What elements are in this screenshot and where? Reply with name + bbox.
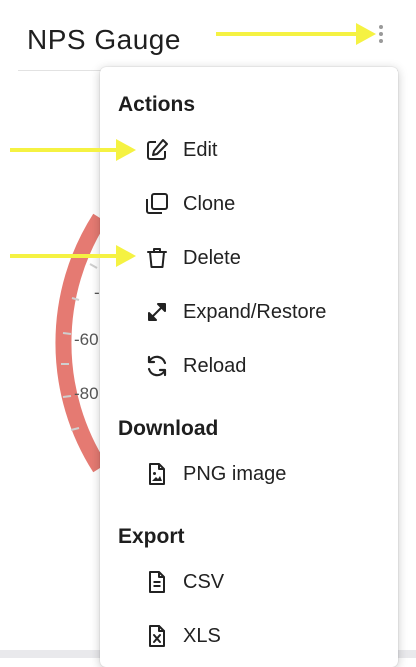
menu-item-reload[interactable]: Reload [100,341,398,391]
menu-item-label: CSV [183,570,225,593]
menu-item-expand-restore[interactable]: Expand/Restore [100,287,398,337]
menu-item-label: Reload [183,354,247,377]
menu-item-label: PNG image [183,462,287,485]
menu-item-label: Delete [183,246,241,269]
section-header-actions: Actions [118,93,196,116]
clone-icon [144,191,170,217]
section-header-download: Download [118,417,219,440]
gauge-tick-label: -80 [74,384,99,403]
menu-item-csv[interactable]: CSV [100,557,398,607]
reload-icon [144,353,170,379]
menu-item-delete[interactable]: Delete [100,233,398,283]
image-file-icon [144,461,170,487]
menu-item-xls[interactable]: XLS [100,611,398,661]
section-header-export: Export [118,525,185,548]
annotation-arrow [10,245,136,267]
menu-item-label: Edit [183,138,218,161]
menu-item-label: Expand/Restore [183,300,327,323]
expand-icon [144,299,170,325]
xls-file-icon [144,623,170,649]
menu-item-edit[interactable]: Edit [100,125,398,175]
menu-item-png-image[interactable]: PNG image [100,449,398,499]
edit-icon [144,137,170,163]
gauge-tick-label: -60 [74,330,99,349]
menu-item-clone[interactable]: Clone [100,179,398,229]
widget-options-menu: Actions Edit Clone Delete Expand/Restore… [100,67,398,667]
menu-item-label: XLS [183,624,221,647]
menu-item-label: Clone [183,192,236,215]
gauge-tick-label-partial: - [94,283,100,302]
csv-file-icon [144,569,170,595]
annotation-arrow [10,139,136,161]
annotation-arrow [216,23,376,45]
trash-icon [144,245,170,271]
